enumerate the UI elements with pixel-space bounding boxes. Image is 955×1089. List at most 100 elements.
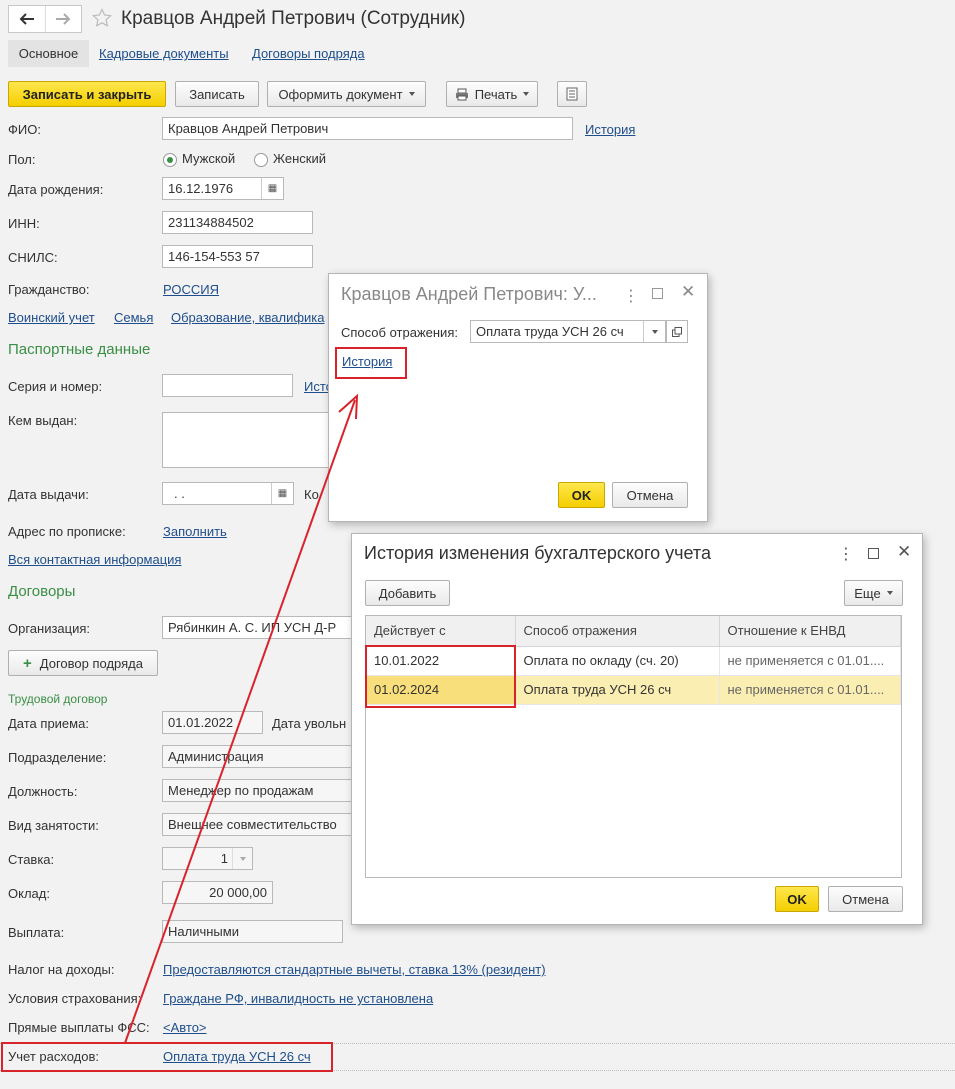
fio-input[interactable]: Кравцов Андрей Петрович [162,117,573,140]
tab-hr-documents[interactable]: Кадровые документы [99,46,229,61]
organization-input[interactable]: Рябинкин А. С. ИП УСН Д-Р [162,616,352,639]
fio-history-link[interactable]: История [585,122,635,137]
tax-label: Налог на доходы: [8,962,115,977]
rate-label: Ставка: [8,852,55,867]
calendar-icon[interactable]: ▦ [261,178,283,199]
employment-type-label: Вид занятости: [8,818,99,833]
contact-info-link[interactable]: Вся контактная информация [8,552,181,567]
position-label: Должность: [8,784,78,799]
tab-main[interactable]: Основное [8,40,89,67]
issued-by-input[interactable] [162,412,332,468]
military-link[interactable]: Воинский учет [8,310,95,325]
code-label: Ко [304,487,319,502]
maximize-icon[interactable] [868,548,879,559]
family-link[interactable]: Семья [114,310,153,325]
dialog1-title: Кравцов Андрей Петрович: У... [341,284,597,304]
issued-by-label: Кем выдан: [8,413,78,428]
list-view-button[interactable] [557,81,587,107]
dialog2-cancel-button[interactable]: Отмена [828,886,903,912]
gender-male-label: Мужской [182,151,236,166]
inn-input[interactable]: 231134884502 [162,211,313,234]
method-label: Способ отражения: [341,325,458,340]
dialog1-ok-button[interactable]: OK [558,482,605,508]
more-button[interactable]: Еще [844,580,903,606]
contracts-section-title: Договоры [8,583,76,600]
department-label: Подразделение: [8,750,107,765]
cell-envd: не применяется с 01.01.... [719,675,901,705]
make-document-button[interactable]: Оформить документ [267,81,426,107]
close-icon[interactable]: ✕ [897,542,911,562]
snils-label: СНИЛС: [8,250,58,265]
list-icon [566,87,578,101]
forward-arrow-icon[interactable] [46,6,82,32]
fss-link[interactable]: <Авто> [163,1020,207,1035]
method-select[interactable]: Оплата труда УСН 26 сч [470,320,666,343]
add-button[interactable]: Добавить [365,580,450,606]
dialog2-title: История изменения бухгалтерского учета [364,543,711,563]
column-header-envd[interactable]: Отношение к ЕНВД [719,616,901,647]
open-icon[interactable] [666,320,688,343]
save-and-close-button[interactable]: Записать и закрыть [8,81,166,107]
dropdown-arrow-icon [643,321,665,342]
dropdown-arrow-icon [886,591,893,595]
passport-series-input[interactable] [162,374,293,397]
more-label: Еще [854,585,881,601]
payment-input: Наличными [162,920,343,943]
close-icon[interactable]: ✕ [681,282,695,302]
dialog1-cancel-button[interactable]: Отмена [612,482,688,508]
address-fill-link[interactable]: Заполнить [163,524,227,539]
favorite-star-icon[interactable] [92,8,112,31]
date-highlight-box [365,645,516,708]
citizenship-label: Гражданство: [8,282,90,297]
tab-contracts[interactable]: Договоры подряда [252,46,365,61]
expense-highlight-box [1,1042,333,1072]
dropdown-arrow-icon [408,92,415,96]
maximize-icon[interactable] [652,288,663,299]
tax-link[interactable]: Предоставляются стандартные вычеты, став… [163,962,546,977]
method-value: Оплата труда УСН 26 сч [476,324,624,339]
gender-male-radio[interactable]: Мужской [163,151,235,167]
employment-type-input: Внешнее совместительство [162,813,352,836]
column-header-method[interactable]: Способ отражения [515,616,720,647]
birth-date-label: Дата рождения: [8,182,104,197]
plus-icon: + [23,654,32,672]
more-options-icon[interactable]: ⋮ [623,286,639,306]
inn-label: ИНН: [8,216,40,231]
more-options-icon[interactable]: ⋮ [838,544,854,564]
fio-label: ФИО: [8,122,41,137]
birth-date-input[interactable]: 16.12.1976 ▦ [162,177,284,200]
cell-method: Оплата по окладу (сч. 20) [515,646,720,676]
print-label: Печать [474,86,518,102]
hire-date-input: 01.01.2022 [162,711,263,734]
radio-checked-icon [163,152,177,167]
snils-input[interactable]: 146-154-553 57 [162,245,313,268]
gender-label: Пол: [8,152,36,167]
issue-date-value: . . [174,486,185,501]
printer-icon [455,88,468,100]
cell-method: Оплата труда УСН 26 сч [515,675,720,705]
back-arrow-icon[interactable] [9,6,46,32]
position-input: Менеджер по продажам [162,779,352,802]
dialog2-ok-button[interactable]: OK [775,886,819,912]
calendar-icon[interactable]: ▦ [271,483,293,504]
nav-buttons [8,5,82,33]
gender-female-radio[interactable]: Женский [254,151,326,167]
issue-date-label: Дата выдачи: [8,487,89,502]
hire-date-label: Дата приема: [8,716,89,731]
accounting-method-dialog: Кравцов Андрей Петрович: У... ⋮ ✕ Способ… [328,273,708,522]
education-link[interactable]: Образование, квалифика [171,310,325,325]
issue-date-input[interactable]: . . ▦ [162,482,294,505]
history-highlight-box [335,347,407,379]
column-header-valid-from[interactable]: Действует с [366,616,516,647]
save-button[interactable]: Записать [175,81,259,107]
add-contract-button[interactable]: + Договор подряда [8,650,158,676]
history-dialog: История изменения бухгалтерского учета ⋮… [351,533,923,925]
print-button[interactable]: Печать [446,81,538,107]
birth-date-value: 16.12.1976 [168,181,234,196]
dropdown-arrow-icon [523,92,530,96]
citizenship-link[interactable]: РОССИЯ [163,282,219,297]
salary-input: 20 000,00 [162,881,273,904]
insurance-link[interactable]: Граждане РФ, инвалидность не установлена [163,991,433,1006]
passport-series-label: Серия и номер: [8,379,103,394]
department-input: Администрация [162,745,352,768]
